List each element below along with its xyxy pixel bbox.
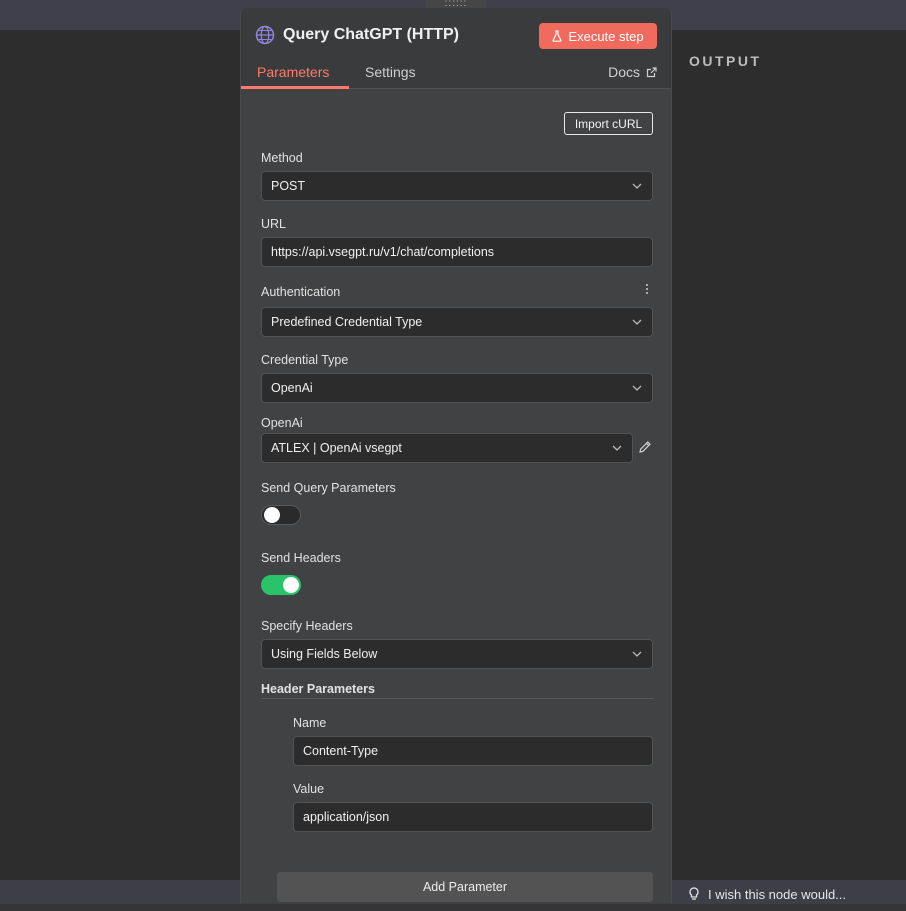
header-name-value: Content-Type	[303, 744, 379, 758]
openai-credential-value: ATLEX | OpenAi vsegpt	[271, 441, 402, 455]
authentication-select[interactable]: Predefined Credential Type	[261, 307, 653, 337]
lightbulb-icon	[689, 887, 699, 900]
bottom-stripe	[0, 904, 906, 911]
url-label: URL	[261, 217, 287, 231]
specify-headers-label: Specify Headers	[261, 619, 353, 633]
toggle-knob	[283, 577, 299, 593]
method-value: POST	[271, 179, 306, 193]
send-headers-label: Send Headers	[261, 551, 341, 565]
openai-credential-select[interactable]: ATLEX | OpenAi vsegpt	[261, 433, 633, 463]
header-value-label: Value	[293, 782, 325, 796]
credential-type-select[interactable]: OpenAi	[261, 373, 653, 403]
docs-label: Docs	[608, 64, 640, 80]
panel-header: Query ChatGPT (HTTP) Execute step Parame…	[241, 8, 671, 89]
docs-link[interactable]: Docs	[608, 64, 657, 80]
add-parameter-button[interactable]: Add Parameter	[277, 872, 653, 902]
send-query-label: Send Query Parameters	[261, 481, 396, 495]
credential-type-value: OpenAi	[271, 381, 313, 395]
chevron-down-icon	[632, 319, 642, 325]
chevron-down-icon	[632, 385, 642, 391]
header-name-label: Name	[293, 716, 327, 730]
node-parameters-panel: Query ChatGPT (HTTP) Execute step Parame…	[240, 8, 672, 903]
flask-icon	[552, 30, 563, 42]
globe-icon	[255, 25, 275, 45]
tab-parameters[interactable]: Parameters	[257, 64, 329, 80]
output-panel-title: OUTPUT	[689, 53, 762, 69]
chevron-down-icon	[632, 183, 642, 189]
url-input[interactable]: https://api.vsegpt.ru/v1/chat/completion…	[261, 237, 653, 267]
send-headers-toggle[interactable]	[261, 575, 301, 595]
execute-step-button[interactable]: Execute step	[539, 23, 657, 49]
method-label: Method	[261, 151, 303, 165]
toggle-knob	[264, 507, 280, 523]
section-divider	[261, 698, 653, 699]
credential-type-label: Credential Type	[261, 353, 349, 367]
header-value-value: application/json	[303, 810, 390, 824]
url-value: https://api.vsegpt.ru/v1/chat/completion…	[271, 245, 495, 259]
execute-step-label: Execute step	[568, 28, 644, 44]
options-icon[interactable]	[645, 283, 649, 295]
panel-drag-handle[interactable]: ::::::	[426, 0, 486, 9]
panel-title-row: Query ChatGPT (HTTP)	[255, 22, 459, 48]
header-parameters-label: Header Parameters	[261, 682, 375, 696]
active-tab-indicator	[241, 86, 349, 89]
method-select[interactable]: POST	[261, 171, 653, 201]
pencil-icon[interactable]	[638, 440, 652, 454]
header-value-input[interactable]: application/json	[293, 802, 653, 832]
specify-headers-select[interactable]: Using Fields Below	[261, 639, 653, 669]
authentication-label: Authentication	[261, 285, 341, 299]
chevron-down-icon	[632, 651, 642, 657]
send-query-toggle[interactable]	[261, 505, 301, 525]
feedback-text: I wish this node would...	[708, 886, 847, 902]
openai-label: OpenAi	[261, 416, 303, 430]
page-title: Query ChatGPT (HTTP)	[283, 26, 460, 43]
import-curl-button[interactable]: Import cURL	[564, 112, 653, 135]
specify-headers-value: Using Fields Below	[271, 647, 378, 661]
authentication-value: Predefined Credential Type	[271, 315, 423, 329]
external-link-icon	[646, 66, 657, 77]
feedback-prompt[interactable]: I wish this node would...	[688, 885, 846, 903]
tab-settings[interactable]: Settings	[365, 64, 416, 80]
header-name-input[interactable]: Content-Type	[293, 736, 653, 766]
chevron-down-icon	[612, 445, 622, 451]
